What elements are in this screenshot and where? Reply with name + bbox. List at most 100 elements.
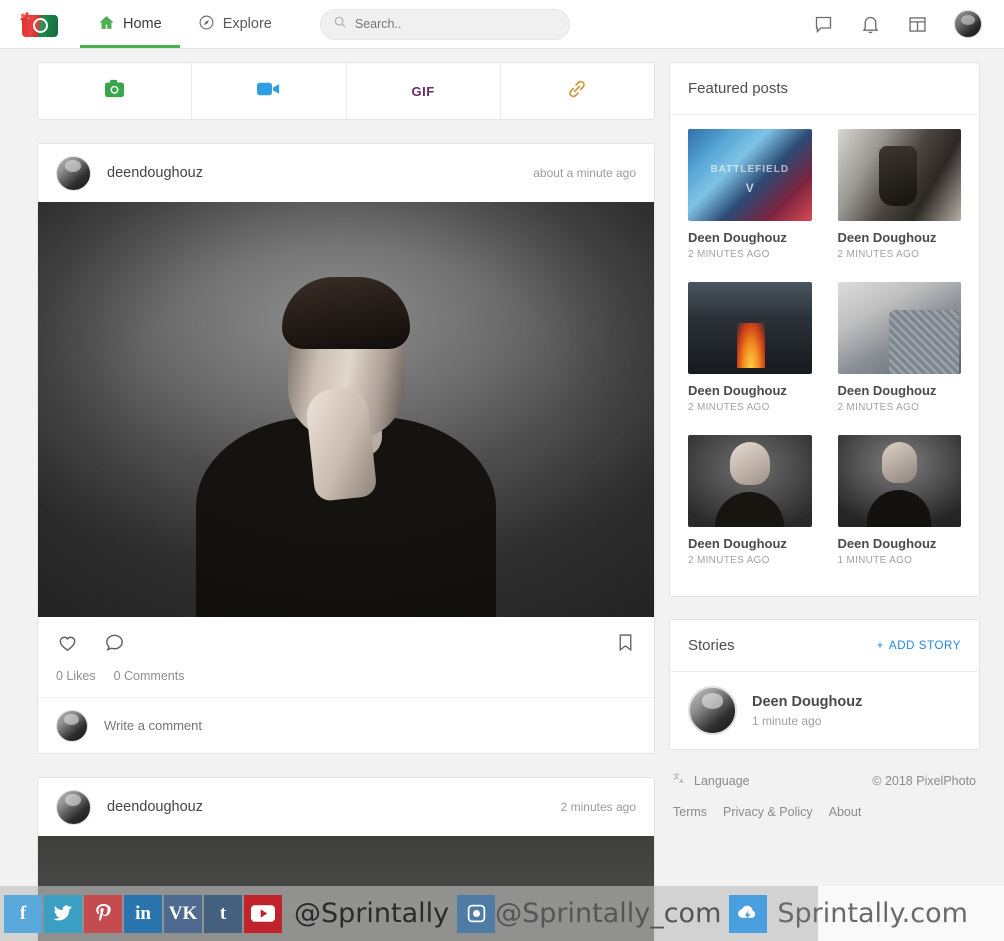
featured-post-time: 2 MINUTES AGO — [688, 555, 770, 566]
featured-post-author[interactable]: Deen Doughouz — [838, 230, 962, 245]
featured-post-time: 2 MINUTES AGO — [688, 402, 770, 413]
post-counts: 0 Likes 0 Comments — [38, 669, 654, 697]
like-heart-icon[interactable] — [56, 631, 79, 659]
create-post-tab-photo[interactable] — [38, 63, 193, 119]
logo-link[interactable] — [0, 11, 80, 38]
featured-post-author[interactable]: Deen Doughouz — [688, 383, 812, 398]
create-post-tab-video[interactable] — [192, 63, 347, 119]
story-item[interactable]: Deen Doughouz 1 minute ago — [670, 672, 979, 749]
stories-title: Stories — [688, 637, 735, 654]
featured-post-time: 2 MINUTES AGO — [688, 249, 770, 260]
post-header: deendoughouz 2 minutes ago — [38, 778, 654, 836]
video-camera-icon — [257, 81, 280, 102]
post-image[interactable] — [38, 202, 654, 617]
featured-posts-header: Featured posts — [670, 63, 979, 115]
featured-post-thumbnail[interactable] — [688, 282, 812, 374]
featured-post-thumbnail[interactable] — [837, 129, 961, 221]
post-header: deendoughouz about a minute ago — [38, 144, 654, 202]
watermark-instagram-handle: @Sprintally_com — [495, 898, 722, 929]
featured-post-item[interactable]: Deen Doughouz 2 MINUTES AGO — [825, 282, 962, 435]
featured-posts-title: Featured posts — [688, 80, 789, 97]
pinterest-icon — [84, 894, 122, 933]
layout-icon[interactable] — [907, 14, 928, 35]
sprintally-logo-icon — [729, 894, 768, 933]
featured-post-author[interactable]: Deen Doughouz — [688, 536, 812, 551]
watermark-handle: @Sprintally — [294, 898, 450, 929]
create-post-tab-link[interactable] — [501, 63, 654, 119]
featured-post-item[interactable]: Deen Doughouz 2 MINUTES AGO — [688, 282, 825, 435]
story-time: 1 minute ago — [752, 713, 822, 728]
search-box[interactable] — [319, 8, 570, 40]
bell-icon[interactable] — [860, 14, 881, 35]
avatar[interactable] — [688, 686, 737, 735]
watermark-social-icons: f in VK t — [0, 894, 282, 933]
featured-posts-grid: Deen Doughouz 2 MINUTES AGO Deen Doughou… — [670, 115, 979, 596]
featured-post-time: 1 MINUTE AGO — [837, 555, 913, 566]
comment-bubble-icon[interactable] — [103, 631, 126, 659]
sidebar-column: Featured posts Deen Doughouz 2 MINUTES A… — [669, 62, 980, 819]
create-post-tabs: GIF — [37, 62, 655, 120]
avatar[interactable] — [56, 789, 91, 825]
featured-post-thumbnail[interactable] — [837, 282, 961, 374]
avatar[interactable] — [56, 155, 91, 191]
footer-link-terms[interactable]: Terms — [673, 805, 707, 819]
tumblr-icon: t — [204, 894, 242, 933]
camera-icon — [104, 79, 125, 103]
featured-post-item[interactable]: Deen Doughouz 2 MINUTES AGO — [825, 129, 962, 282]
vk-icon: VK — [164, 894, 202, 933]
likes-count[interactable]: 0 Likes — [56, 669, 96, 683]
featured-post-author[interactable]: Deen Doughouz — [838, 536, 962, 551]
footer-link-privacy[interactable]: Privacy & Policy — [723, 805, 813, 819]
pixelphoto-camera-logo-icon — [20, 11, 60, 38]
search-input[interactable] — [354, 17, 545, 31]
nav-right-icons — [813, 10, 1004, 38]
post-username[interactable]: deendoughouz — [107, 165, 203, 181]
nav-item-explore-label: Explore — [222, 16, 272, 32]
translate-icon: 文 A — [673, 771, 687, 789]
gif-label: GIF — [411, 83, 435, 99]
bookmark-icon[interactable] — [615, 631, 636, 659]
stories-header: Stories + ADD STORY — [670, 620, 979, 672]
write-comment-row — [38, 697, 654, 753]
featured-post-thumbnail[interactable] — [688, 129, 812, 221]
featured-post-author[interactable]: Deen Doughouz — [838, 383, 962, 398]
add-story-button[interactable]: + ADD STORY — [877, 640, 961, 652]
comments-count[interactable]: 0 Comments — [114, 669, 185, 683]
post-action-bar — [38, 617, 654, 669]
nav-item-home[interactable]: Home — [80, 0, 180, 48]
post-timestamp: 2 minutes ago — [560, 800, 636, 814]
featured-post-item[interactable]: Deen Doughouz 1 MINUTE AGO — [825, 435, 962, 588]
copyright-text: © 2018 PixelPhoto — [872, 773, 976, 788]
compass-icon — [198, 14, 215, 35]
twitter-icon — [44, 894, 82, 933]
add-story-label: ADD STORY — [888, 639, 961, 652]
featured-post-item[interactable]: Deen Doughouz 2 MINUTES AGO — [688, 129, 825, 282]
footer-link-about[interactable]: About — [829, 805, 862, 819]
instagram-icon — [457, 894, 496, 933]
stories-panel: Stories + ADD STORY Deen Doughouz 1 minu… — [669, 619, 980, 750]
link-icon — [566, 78, 588, 105]
main-feed-column: GIF deendoughouz about a minute ago 0 Li… — [37, 62, 655, 941]
post-card: deendoughouz about a minute ago 0 Likes … — [37, 143, 655, 754]
post-timestamp: about a minute ago — [533, 166, 636, 180]
post-username[interactable]: deendoughouz — [107, 799, 203, 815]
chat-icon[interactable] — [813, 14, 834, 35]
story-author[interactable]: Deen Doughouz — [752, 694, 862, 710]
nav-item-explore[interactable]: Explore — [180, 0, 290, 48]
home-icon — [98, 14, 115, 35]
featured-post-time: 2 MINUTES AGO — [837, 249, 920, 260]
linkedin-icon: in — [124, 894, 162, 933]
language-selector[interactable]: 文 A Language — [673, 771, 750, 789]
avatar — [56, 709, 88, 742]
featured-post-thumbnail[interactable] — [837, 435, 961, 527]
top-navigation-bar: Home Explore — [0, 0, 1004, 49]
comment-input[interactable] — [104, 718, 504, 733]
avatar[interactable] — [954, 10, 982, 38]
featured-post-author[interactable]: Deen Doughouz — [688, 230, 812, 245]
youtube-icon — [244, 894, 282, 933]
featured-post-thumbnail[interactable] — [688, 435, 812, 527]
search-icon — [333, 15, 347, 34]
featured-post-item[interactable]: Deen Doughouz 2 MINUTES AGO — [688, 435, 825, 588]
create-post-tab-gif[interactable]: GIF — [347, 63, 501, 119]
language-label: Language — [694, 773, 750, 788]
